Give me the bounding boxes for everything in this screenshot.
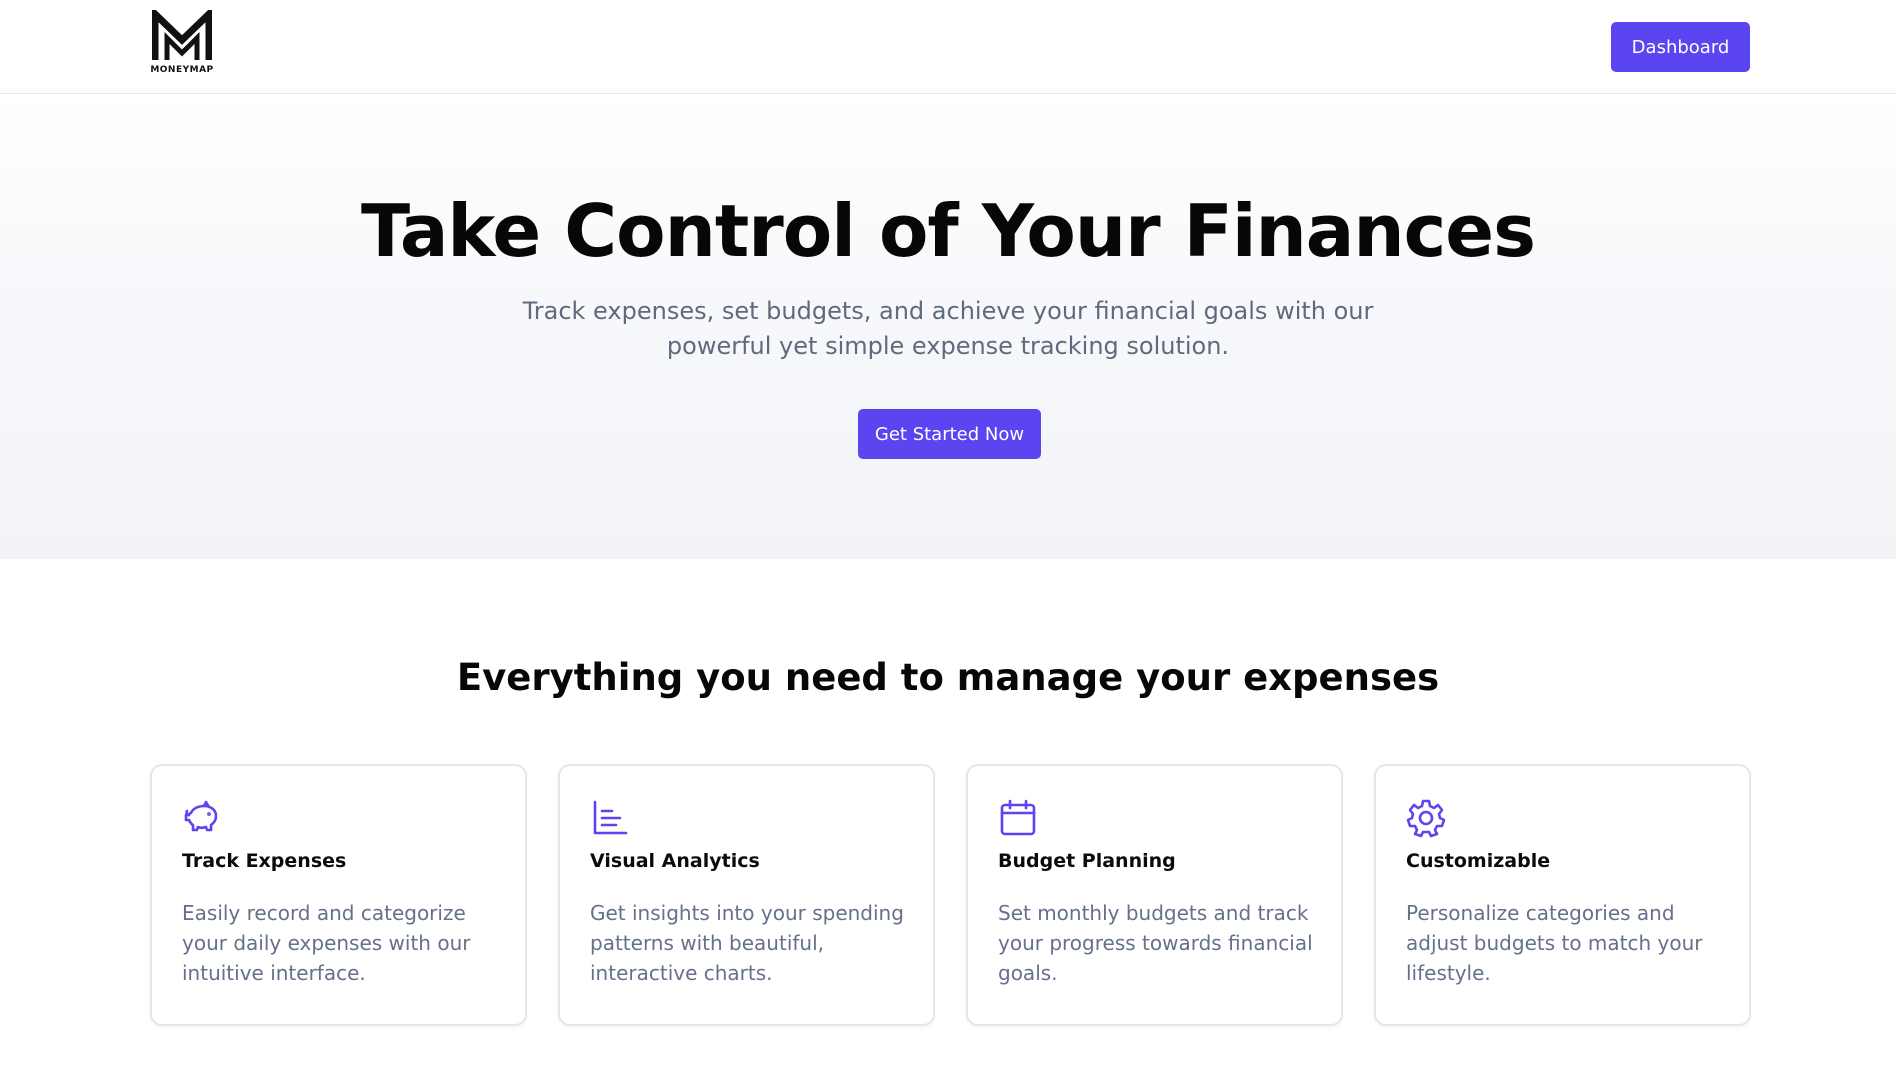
dashboard-button[interactable]: Dashboard [1611,22,1750,72]
feature-card-title: Customizable [1406,850,1551,872]
hero-subtitle: Track expenses, set budgets, and achieve… [522,297,1374,360]
bar-chart-icon [590,798,630,838]
hero-title: Take Control of Your Finances [361,189,1536,273]
feature-card-title: Visual Analytics [590,850,760,872]
feature-card-track-expenses: Track Expenses Easily record and categor… [150,764,527,1026]
feature-card-description: Get insights into your spending patterns… [590,901,904,985]
feature-card-description: Set monthly budgets and track your progr… [998,901,1313,985]
brand-name: MONEYMAP [150,65,214,75]
feature-card-visual-analytics: Visual Analytics Get insights into your … [558,764,935,1026]
feature-card-description: Easily record and categorize your daily … [182,901,471,985]
piggy-bank-icon [182,798,222,838]
features-title: Everything you need to manage your expen… [456,656,1440,699]
gear-icon [1406,798,1446,838]
feature-cards: Track Expenses Easily record and categor… [150,764,1751,1026]
feature-card-title: Budget Planning [998,850,1176,872]
feature-card-title: Track Expenses [182,850,347,872]
hero-section: Take Control of Your Finances Track expe… [0,94,1896,559]
calendar-icon [998,798,1038,838]
get-started-button[interactable]: Get Started Now [858,409,1041,459]
site-header: MONEYMAP Dashboard [0,0,1896,94]
feature-card-customizable: Customizable Personalize categories and … [1374,764,1751,1026]
feature-card-budget-planning: Budget Planning Set monthly budgets and … [966,764,1343,1026]
feature-card-description: Personalize categories and adjust budget… [1406,901,1703,985]
brand-logo[interactable]: MONEYMAP [150,10,214,75]
moneymap-logo-icon [152,10,212,60]
